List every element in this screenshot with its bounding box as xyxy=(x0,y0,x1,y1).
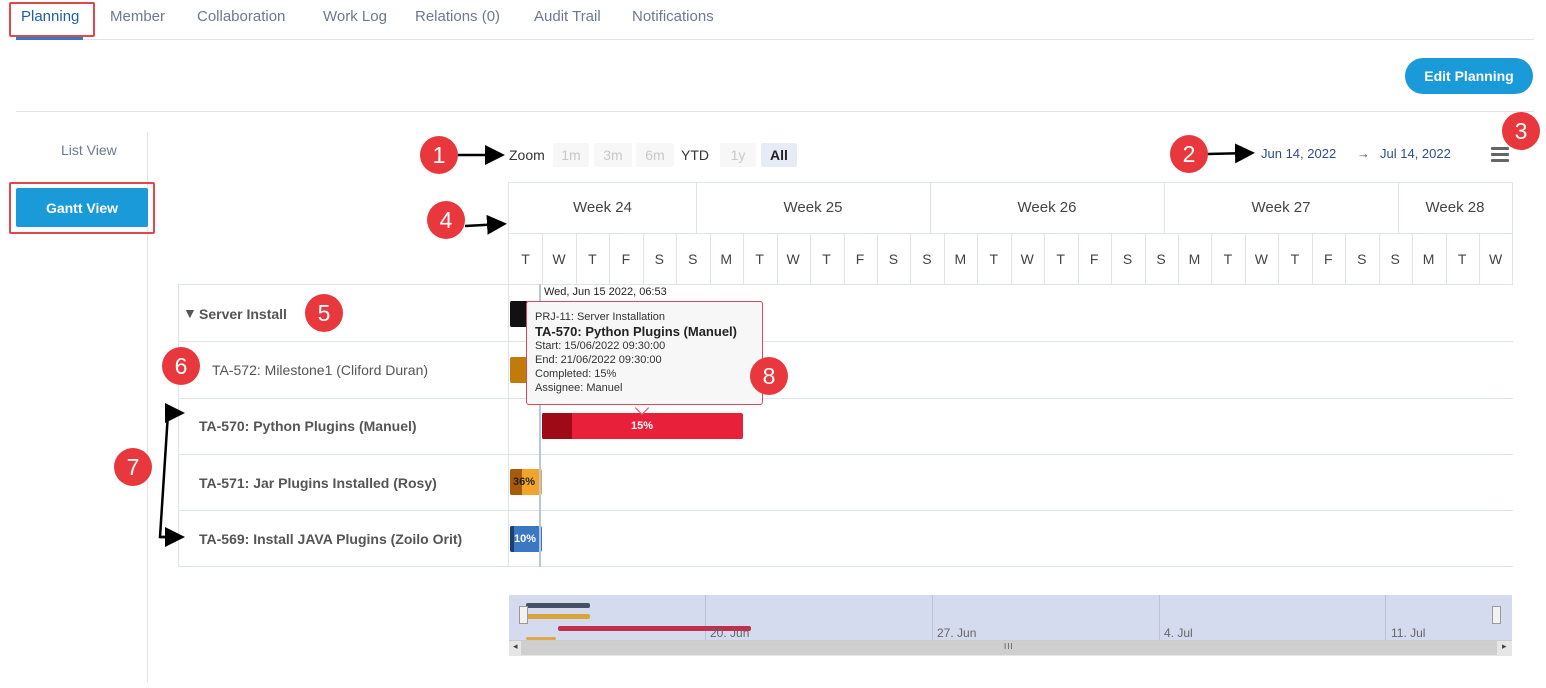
marker-4: 4 xyxy=(427,201,465,239)
annotation-arrows xyxy=(158,143,1255,547)
marker-8: 8 xyxy=(750,357,788,395)
marker-6: 6 xyxy=(162,347,200,385)
marker-1: 1 xyxy=(420,136,458,174)
marker-5: 5 xyxy=(305,294,343,332)
marker-7: 7 xyxy=(114,448,152,486)
marker-2: 2 xyxy=(1170,135,1208,173)
marker-3: 3 xyxy=(1502,112,1540,150)
